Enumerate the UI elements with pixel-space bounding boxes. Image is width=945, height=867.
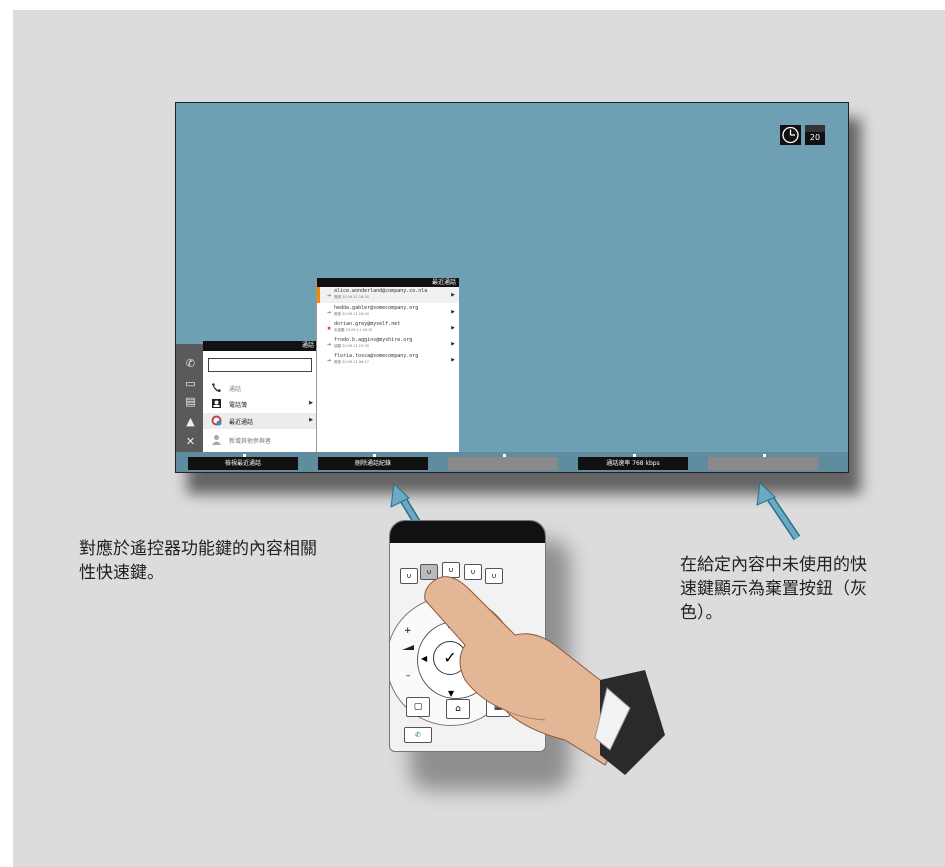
hand-illustration: [424, 576, 665, 775]
caption-left-line-2: 性快速鍵。: [79, 563, 164, 583]
arrow-up-icon: [756, 481, 801, 541]
caption-left: 對應於遙控器功能鍵的內容相關 性快速鍵。: [79, 537, 317, 585]
remote-top: [390, 521, 545, 543]
caption-right-line-3: 色）。: [680, 603, 723, 623]
caption-right: 在給定內容中未使用的快 速鍵顯示為棄置按鈕（灰 色）。: [680, 553, 867, 625]
caption-right-line-2: 速鍵顯示為棄置按鈕（灰: [680, 579, 867, 599]
caption-left-line-1: 對應於遙控器功能鍵的內容相關: [79, 539, 317, 559]
caption-right-line-1: 在給定內容中未使用的快: [680, 555, 867, 575]
